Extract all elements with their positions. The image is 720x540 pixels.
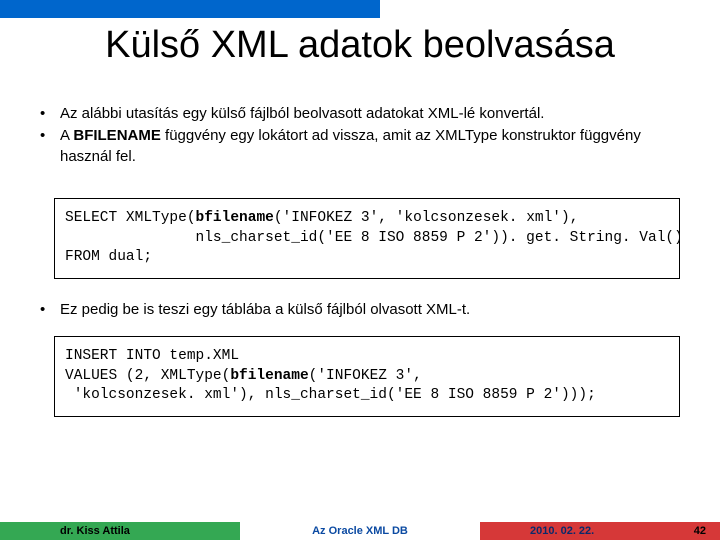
footer-author: dr. Kiss Attila [0,522,240,540]
code-bold: bfilename [230,368,308,384]
bold-term: BFILENAME [73,127,161,144]
code-block-1: SELECT XMLType(bfilename('INFOKEZ 3', 'k… [54,198,680,279]
code-bold: bfilename [196,210,274,226]
page-number: 42 [694,525,706,537]
code-block-2: INSERT INTO temp.XML VALUES (2, XMLType(… [54,336,680,417]
code-text: ('INFOKEZ 3', 'kolcsonzesek. xml'), [274,210,579,226]
footer-bar: dr. Kiss Attila Az Oracle XML DB 2010. 0… [0,522,720,540]
code-text: INSERT INTO temp.XML [65,348,239,364]
footer-date: 2010. 02. 22. [530,525,594,537]
code-text: FROM dual; [65,249,152,265]
text: A [60,127,73,144]
code-text: ('INFOKEZ 3', [309,368,422,384]
bullet-item: A BFILENAME függvény egy lokátort ad vis… [38,126,682,167]
bullet-item: Ez pedig be is teszi egy táblába a külső… [38,300,682,320]
footer-date-segment: 2010. 02. 22. 42 [480,522,720,540]
code-text: nls_charset_id('EE 8 ISO 8859 P 2')). ge… [65,230,680,246]
bullet-item: Az alábbi utasítás egy külső fájlból beo… [38,104,682,124]
bullet-list-2: Ez pedig be is teszi egy táblába a külső… [38,300,682,322]
footer-subject: Az Oracle XML DB [240,522,480,540]
top-accent-bar [0,0,380,18]
code-text: VALUES (2, XMLType( [65,368,230,384]
code-text: 'kolcsonzesek. xml'), nls_charset_id('EE… [65,387,596,403]
bullet-list-1: Az alábbi utasítás egy külső fájlból beo… [38,104,682,169]
slide-title: Külső XML adatok beolvasása [0,24,720,67]
code-text: SELECT XMLType( [65,210,196,226]
